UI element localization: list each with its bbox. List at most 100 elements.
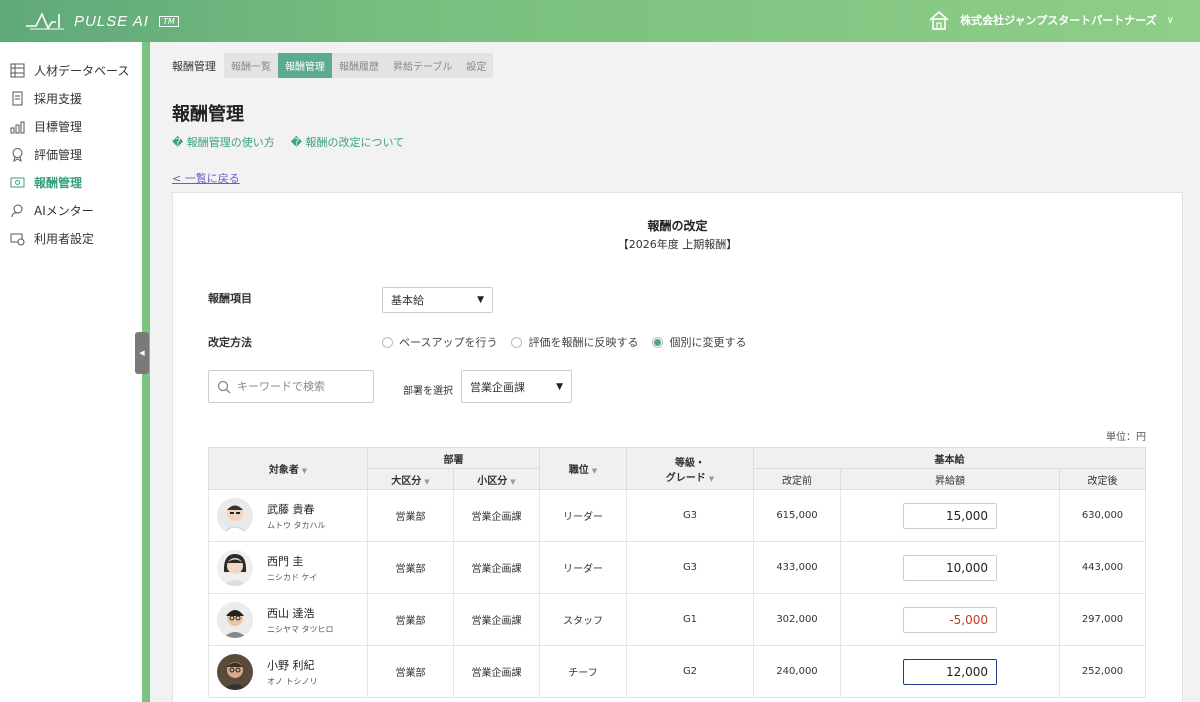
tab-bar: 報酬一覧 報酬管理 報酬履歴 昇給テーブル 設定 xyxy=(224,53,494,78)
item-select-value: 基本給 xyxy=(391,294,424,307)
sort-icon: ▼ xyxy=(510,477,516,486)
dept-select[interactable]: 営業企画課 ▼ xyxy=(461,370,572,403)
cell-before: 433,000 xyxy=(753,541,841,594)
avatar xyxy=(217,549,253,586)
person-kana: ニシヤマ タツヒロ xyxy=(267,624,334,634)
tab-raise-table[interactable]: 昇給テーブル xyxy=(386,53,459,78)
help-link-revision[interactable]: � 報酬の改定について xyxy=(291,134,404,150)
search-icon xyxy=(217,380,231,393)
col-before: 改定前 xyxy=(753,468,841,490)
cell-after: 252,000 xyxy=(1059,645,1146,698)
radio-label: ベースアップを行う xyxy=(399,336,498,349)
radio-base-up[interactable]: ベースアップを行う xyxy=(382,334,497,350)
search-input[interactable] xyxy=(237,380,367,393)
table-row: 西門 圭 ニシカド ケイ 営業部 営業企画課 リーダー G3 433,000 1… xyxy=(208,541,1146,594)
sidebar-item-label: 利用者設定 xyxy=(34,231,95,246)
brand-name: PULSE AI xyxy=(74,12,149,30)
tab-settings[interactable]: 設定 xyxy=(459,53,493,78)
sidebar-item-ai-mentor[interactable]: AIメンター xyxy=(0,196,142,224)
table-row: 小野 利紀 オノ トシノリ 営業部 営業企画課 チーフ G2 240,000 1… xyxy=(208,645,1146,698)
col-grade[interactable]: 等級・ グレード ▼ xyxy=(626,447,754,490)
user-settings-icon xyxy=(10,231,25,246)
money-icon xyxy=(10,175,25,190)
col-dept-major[interactable]: 大区分 ▼ xyxy=(367,468,454,490)
caret-down-icon: ▼ xyxy=(556,381,563,392)
main-content: 報酬管理 報酬一覧 報酬管理 報酬履歴 昇給テーブル 設定 報酬管理 � 報酬管… xyxy=(150,42,1200,702)
radio-selected-icon xyxy=(652,336,664,348)
breadcrumb-title: 報酬管理 xyxy=(172,59,216,73)
cell-major: 営業部 xyxy=(367,593,454,646)
person-name: 小野 利紀 xyxy=(267,658,315,672)
page-title: 報酬管理 xyxy=(172,104,244,125)
person-name: 武藤 貴春 xyxy=(267,502,315,516)
sidebar-item-evaluation[interactable]: 評価管理 xyxy=(0,140,142,168)
col-position[interactable]: 職位 ▼ xyxy=(539,447,627,490)
logo[interactable]: PULSE AI TM xyxy=(26,10,179,32)
compensation-table: 対象者 ▼ 部署 職位 ▼ 等級・ グレード ▼ 基本給 大区分 ▼ 小区分 ▼ 改定前 … xyxy=(208,447,1146,698)
col-person[interactable]: 対象者 ▼ xyxy=(208,447,368,490)
company-menu[interactable]: 株式会社ジャンプスタートパートナーズ ∨ xyxy=(928,10,1174,30)
cell-position: リーダー xyxy=(539,541,627,594)
col-dept: 部署 xyxy=(367,447,540,469)
radio-individual[interactable]: 個別に変更する xyxy=(652,334,746,350)
sidebar-item-database[interactable]: 人材データベース xyxy=(0,56,142,84)
dept-select-value: 営業企画課 xyxy=(470,380,525,394)
person-name: 西門 圭 xyxy=(267,554,304,568)
sidebar-item-label: 報酬管理 xyxy=(34,175,83,190)
back-to-list-link[interactable]: < 一覧に戻る xyxy=(172,170,240,186)
col-raise: 昇給額 xyxy=(840,468,1060,490)
breadcrumb: 報酬管理 報酬一覧 報酬管理 報酬履歴 昇給テーブル 設定 xyxy=(172,53,494,78)
avatar xyxy=(217,497,253,534)
cell-grade: G3 xyxy=(626,541,754,594)
sort-icon: ▼ xyxy=(708,474,715,483)
badge-icon xyxy=(10,147,25,162)
tab-compensation-management[interactable]: 報酬管理 xyxy=(278,53,332,78)
item-select[interactable]: 基本給 ▼ xyxy=(382,287,493,313)
cell-major: 営業部 xyxy=(367,541,454,594)
cell-minor: 営業企画課 xyxy=(453,645,540,698)
document-icon xyxy=(10,91,25,106)
tab-compensation-list[interactable]: 報酬一覧 xyxy=(224,53,278,78)
radio-icon xyxy=(511,336,523,348)
col-dept-minor[interactable]: 小区分 ▼ xyxy=(453,468,540,490)
sidebar-item-user-settings[interactable]: 利用者設定 xyxy=(0,224,142,252)
radio-reflect-evaluation[interactable]: 評価を報酬に反映する xyxy=(511,334,638,350)
person-kana: ムトウ タカハル xyxy=(267,520,326,530)
cell-grade: G1 xyxy=(626,593,754,646)
database-icon xyxy=(10,63,25,78)
cell-minor: 営業企画課 xyxy=(453,593,540,646)
person-name: 西山 達浩 xyxy=(267,606,315,620)
raise-input[interactable]: 15,000 xyxy=(903,502,997,529)
sidebar-item-label: 採用支援 xyxy=(34,91,83,106)
raise-input[interactable]: -5,000 xyxy=(903,606,997,633)
person-cell: 武藤 貴春 ムトウ タカハル xyxy=(209,497,367,534)
sidebar-item-goals[interactable]: 目標管理 xyxy=(0,112,142,140)
sidebar-item-recruiting[interactable]: 採用支援 xyxy=(0,84,142,112)
raise-input[interactable]: 12,000 xyxy=(903,658,997,685)
radio-label: 個別に変更する xyxy=(669,336,747,349)
cell-major: 営業部 xyxy=(367,489,454,542)
cell-minor: 営業企画課 xyxy=(453,541,540,594)
help-link-usage[interactable]: � 報酬管理の使い方 xyxy=(172,134,275,150)
person-kana: オノ トシノリ xyxy=(267,676,318,686)
tab-compensation-history[interactable]: 報酬履歴 xyxy=(332,53,386,78)
sidebar-item-compensation[interactable]: 報酬管理 xyxy=(0,168,142,196)
item-label: 報酬項目 xyxy=(208,292,252,305)
cell-position: チーフ xyxy=(539,645,627,698)
person-cell: 西山 達浩 ニシヤマ タツヒロ xyxy=(209,601,367,638)
raise-input[interactable]: 10,000 xyxy=(903,554,997,581)
sidebar: 人材データベース 採用支援 目標管理 評価管理 報酬管理 AIメンター 利用者設… xyxy=(0,42,142,702)
table-row: 武藤 貴春 ムトウ タカハル 営業部 営業企画課 リーダー G3 615,000… xyxy=(208,489,1146,542)
table-row: 西山 達浩 ニシヤマ タツヒロ 営業部 営業企画課 スタッフ G1 302,00… xyxy=(208,593,1146,646)
sidebar-item-label: 目標管理 xyxy=(34,119,83,134)
pulse-logo-icon xyxy=(26,12,64,30)
col-base-salary: 基本給 xyxy=(753,447,1146,469)
cell-position: リーダー xyxy=(539,489,627,542)
revision-panel: 報酬の改定 【2026年度 上期報酬】 報酬項目 基本給 ▼ 改定方法 ベースア… xyxy=(172,192,1183,702)
method-radio-group: ベースアップを行う 評価を報酬に反映する 個別に変更する xyxy=(382,334,746,350)
cell-before: 615,000 xyxy=(753,489,841,542)
cell-after: 630,000 xyxy=(1059,489,1146,542)
sidebar-collapse-button[interactable]: ◀ xyxy=(135,332,149,374)
radio-label: 評価を報酬に反映する xyxy=(528,336,639,349)
top-header: PULSE AI TM 株式会社ジャンプスタートパートナーズ ∨ xyxy=(0,0,1200,42)
